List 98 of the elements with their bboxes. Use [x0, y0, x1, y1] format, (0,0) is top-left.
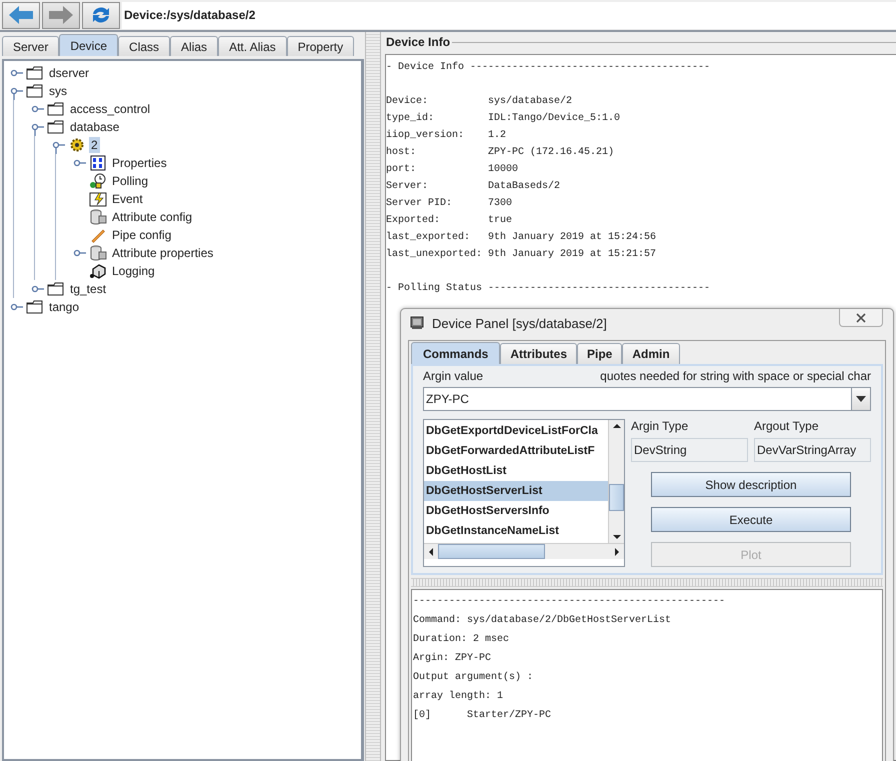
folder-icon [26, 299, 44, 315]
tab[interactable]: Commands [411, 342, 500, 364]
gear-icon [68, 137, 86, 153]
tree-item[interactable]: 2 [89, 137, 100, 153]
caret-icon [855, 395, 867, 403]
action-button[interactable]: Execute [651, 507, 851, 532]
field-label: Server: [386, 180, 430, 194]
vertical-scrollbar[interactable] [608, 420, 624, 543]
field-value: DataBaseds/2 [488, 181, 560, 192]
tab[interactable]: Class [118, 36, 170, 56]
output-line: [0] Starter/ZPY-PC [413, 708, 552, 723]
tree-item[interactable]: tg_test [68, 281, 108, 297]
field-value: 10000 [488, 164, 518, 175]
pencil-icon [89, 227, 107, 243]
field-value: true [488, 215, 512, 226]
output-line: Command: sys/database/2/DbGetHostServerList [413, 614, 672, 628]
field-label: Argin Type [631, 419, 690, 433]
tab[interactable]: Device [59, 34, 118, 56]
field-value: IDL:Tango/Device_5:1.0 [488, 113, 620, 124]
panel-title: Device Info [386, 35, 450, 49]
output-line: ---------------------------------------------------- [413, 595, 726, 609]
field-label: last_unexported: [386, 248, 484, 262]
field-value: ZPY-PC (172.16.45.21) [488, 147, 614, 158]
tree-item[interactable]: Attribute properties [110, 245, 216, 261]
tree-item[interactable]: dserver [47, 65, 92, 81]
field-label: host: [386, 146, 418, 160]
horizontal-scrollbar[interactable] [424, 543, 624, 559]
computer-icon [410, 316, 424, 330]
argout-type-field: DevVarStringArray [754, 438, 871, 462]
tree-item[interactable]: Logging [110, 263, 157, 279]
argin-combo-box[interactable]: ZPY-PC [423, 387, 871, 411]
scrollbar-thumb[interactable] [438, 544, 545, 559]
hint-text: quotes needed for string with space or special char [600, 369, 871, 383]
cube-icon [89, 263, 107, 279]
path-field[interactable]: Device:/sys/database/2 [122, 2, 896, 28]
field-label: Exported: [386, 214, 442, 228]
folder-icon [26, 65, 44, 81]
tree-item[interactable]: sys [47, 83, 69, 99]
field-label: Argin value [423, 369, 484, 383]
tree-item[interactable]: Event [110, 191, 145, 207]
field-label: type_id: [386, 112, 436, 126]
close-icon [855, 312, 867, 322]
tab[interactable]: Pipe [577, 343, 622, 364]
argin-type-field: DevString [631, 438, 748, 462]
output-line: array length: 1 [413, 690, 504, 704]
command-item[interactable]: DbGetForwardedAttributeListF [424, 441, 608, 461]
refresh-button[interactable] [82, 2, 120, 28]
folder-icon [47, 119, 65, 135]
tab[interactable]: Server [2, 36, 60, 56]
field-label: iiop_version: [386, 128, 466, 143]
tab[interactable]: Att. Alias [218, 36, 287, 56]
tree-item[interactable]: Attribute config [110, 209, 194, 225]
output-line: Duration: 2 msec [413, 632, 510, 647]
field-label: Argout Type [754, 419, 820, 433]
close-button[interactable] [839, 309, 883, 327]
field-label: last_exported: [386, 230, 472, 245]
cylinder-icon [89, 209, 107, 225]
grid-icon [89, 155, 107, 171]
tab[interactable]: Attributes [500, 343, 578, 364]
tree-item[interactable]: Pipe config [110, 227, 174, 243]
field-value: 7300 [488, 198, 512, 209]
command-item[interactable]: DbGetExportdDeviceListForCla [424, 421, 608, 441]
field-label: Device: [386, 94, 430, 109]
section-header: - Polling Status ------------------------------------- [386, 282, 712, 296]
back-button[interactable] [2, 2, 40, 28]
command-item[interactable]: DbGetHostServersInfo [424, 501, 608, 521]
folder-icon [26, 83, 44, 99]
output-line: Argin: ZPY-PC [413, 652, 492, 666]
action-button[interactable]: Show description [651, 472, 851, 497]
tab[interactable]: Admin [622, 343, 680, 364]
command-item[interactable]: DbGetHostList [424, 461, 608, 481]
folder-icon [47, 281, 65, 297]
right-arrow-icon [47, 5, 75, 25]
tree-item[interactable]: Properties [110, 155, 169, 171]
refresh-icon [90, 5, 112, 25]
tree-item[interactable]: tango [47, 299, 82, 315]
tab[interactable]: Property [286, 36, 354, 56]
output-line: Output argument(s) : [413, 670, 534, 685]
field-label: Server PID: [386, 197, 454, 211]
left-arrow-icon [7, 5, 35, 25]
cylinder-icon [89, 245, 107, 261]
tree-item[interactable]: database [68, 119, 122, 135]
field-value: 9th January 2019 at 15:24:56 [488, 232, 656, 243]
field-value: sys/database/2 [488, 96, 572, 107]
field-value: 9th January 2019 at 15:21:57 [488, 249, 656, 260]
dialog-title: Device Panel [sys/database/2] [432, 316, 608, 330]
field-label: port: [386, 163, 418, 177]
folder-icon [47, 101, 65, 117]
command-item[interactable]: DbGetInstanceNameList [424, 521, 608, 541]
clock-icon [89, 173, 107, 189]
lightning-icon [89, 191, 107, 207]
field-value: 1.2 [488, 130, 506, 141]
scrollbar-thumb[interactable] [609, 484, 624, 511]
tree-item[interactable]: Polling [110, 173, 150, 189]
tab[interactable]: Alias [170, 36, 218, 56]
section-header: - Device Info ---------------------------------------- [386, 60, 712, 75]
command-item[interactable]: DbGetHostServerList [424, 481, 608, 501]
tree-item[interactable]: access_control [68, 101, 152, 117]
